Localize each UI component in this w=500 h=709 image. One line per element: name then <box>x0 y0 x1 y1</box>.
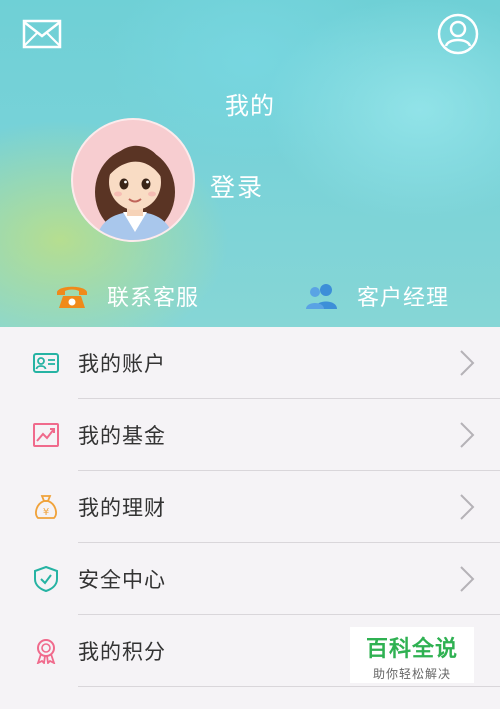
chevron-right-icon <box>460 350 475 376</box>
menu-item-my-finance[interactable]: ¥ 我的理财 <box>0 471 500 543</box>
avatar[interactable] <box>71 118 195 242</box>
login-link[interactable]: 登录 <box>210 168 264 204</box>
menu-item-my-fund[interactable]: 我的基金 <box>0 399 500 471</box>
page-title: 我的 <box>225 92 275 120</box>
divider <box>78 686 500 687</box>
phone-icon <box>57 286 87 308</box>
chevron-right-icon <box>460 566 475 592</box>
watermark-logo: 百科全说 助你轻松解决 <box>350 627 474 683</box>
menu-item-label: 我的理财 <box>78 496 166 520</box>
id-card-icon <box>33 353 59 373</box>
chevron-right-icon <box>460 494 475 520</box>
account-manager-label: 客户经理 <box>357 286 450 311</box>
avatar-illustration <box>95 145 175 240</box>
users-icon <box>306 284 337 309</box>
contact-service-button[interactable]: 联系客服 <box>55 279 199 313</box>
menu-item-label: 我的账户 <box>78 352 166 376</box>
menu-item-security-center[interactable]: 安全中心 <box>0 543 500 615</box>
chart-icon <box>33 423 59 447</box>
menu-item-label: 我的基金 <box>78 424 166 448</box>
medal-icon <box>36 639 56 664</box>
shield-icon <box>34 566 58 592</box>
menu-item-label: 安全中心 <box>78 568 166 592</box>
account-manager-button[interactable]: 客户经理 <box>305 279 449 313</box>
contact-service-label: 联系客服 <box>107 286 200 311</box>
watermark-title: 百科全说 <box>365 637 458 662</box>
mail-icon[interactable] <box>22 19 62 49</box>
profile-header: 我的 登录 联系客服 客户经理 <box>0 0 500 327</box>
menu-item-my-account[interactable]: 我的账户 <box>0 327 500 399</box>
svg-text:¥: ¥ <box>43 507 49 518</box>
menu-item-label: 我的积分 <box>78 640 166 664</box>
chevron-right-icon <box>460 422 475 448</box>
user-circle-icon[interactable] <box>437 13 479 55</box>
watermark-subtitle: 助你轻松解决 <box>372 667 451 681</box>
money-bag-icon: ¥ <box>35 495 57 519</box>
